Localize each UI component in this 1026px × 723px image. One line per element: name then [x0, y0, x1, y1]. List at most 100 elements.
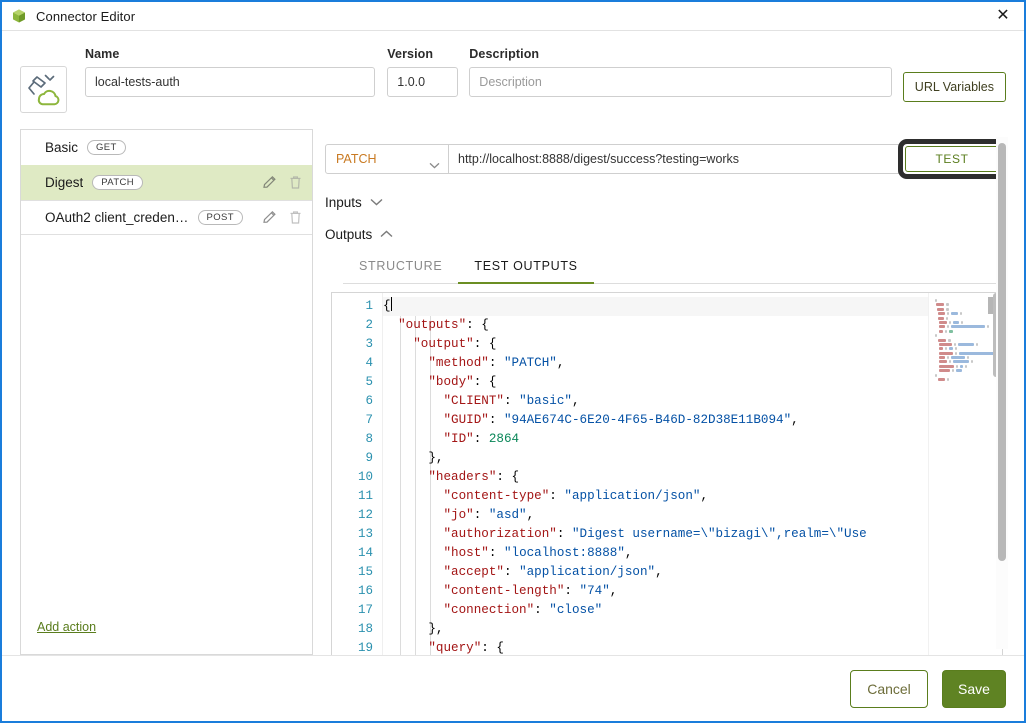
code-token: : { — [473, 337, 497, 351]
minimap-line — [935, 360, 998, 364]
inputs-section-toggle[interactable]: Inputs — [325, 193, 1006, 211]
code-token: "basic" — [519, 394, 572, 408]
code-line[interactable]: "outputs": { — [383, 316, 928, 335]
chevron-down-icon — [370, 193, 383, 211]
code-line[interactable]: "content-length": "74", — [383, 582, 928, 601]
description-label: Description — [469, 47, 540, 61]
method-select[interactable]: PATCH — [325, 144, 449, 174]
code-line[interactable]: "query": { — [383, 639, 928, 655]
code-line[interactable]: "headers": { — [383, 468, 928, 487]
description-input[interactable] — [469, 67, 892, 97]
code-token: "accept" — [443, 565, 504, 579]
code-token: "connection" — [443, 603, 535, 617]
line-number: 1 — [365, 299, 373, 313]
editor-gutter: 1 2 3 4 5 6 7 8 9 10 11 12 13 14 15 16 17 18 19 — [332, 293, 382, 655]
code-line[interactable]: "ID": 2864 — [383, 430, 928, 449]
cancel-button[interactable]: Cancel — [850, 669, 928, 708]
trash-icon[interactable] — [287, 209, 304, 226]
code-token: , — [655, 565, 663, 579]
code-token: "content-length" — [443, 584, 565, 598]
request-detail-panel: PATCH TEST Inputs — [319, 129, 1008, 655]
line-number: 4 — [365, 356, 373, 370]
code-token: "authorization" — [443, 527, 557, 541]
close-icon[interactable]: ✕ — [982, 2, 1024, 30]
editor-code-area[interactable]: { "outputs": { "output": { "method": "PA… — [382, 293, 928, 655]
code-line[interactable]: "accept": "application/json", — [383, 563, 928, 582]
code-line[interactable]: "jo": "asd", — [383, 506, 928, 525]
outputs-section-toggle[interactable]: Outputs — [325, 225, 1006, 243]
name-field-group: Name — [85, 47, 376, 97]
save-button[interactable]: Save — [942, 669, 1006, 708]
tab-structure[interactable]: STRUCTURE — [343, 253, 458, 284]
minimap-line — [935, 316, 998, 320]
actions-panel: Basic GET Digest PATCH OAuth2 client_cre… — [20, 129, 313, 655]
code-token: "application/json" — [519, 565, 656, 579]
code-token: "94AE674C-6E20-4F65-B46D-82D38E11B094" — [503, 413, 792, 427]
panel-scrollbar[interactable] — [996, 137, 1008, 649]
code-line[interactable]: { — [383, 297, 928, 316]
minimap-line — [935, 351, 998, 355]
minimap-line — [935, 320, 998, 324]
code-line[interactable]: "authorization": "Digest username=\"biza… — [383, 525, 928, 544]
minimap-line — [935, 325, 998, 329]
cube-icon — [11, 8, 27, 24]
code-token: "headers" — [428, 470, 497, 484]
panel-scrollbar-thumb[interactable] — [998, 143, 1006, 561]
code-token: "application/json" — [564, 489, 701, 503]
code-token: : — [503, 394, 520, 408]
code-token: "localhost:8888" — [503, 546, 625, 560]
line-number: 17 — [357, 603, 373, 617]
code-token: "asd" — [488, 508, 527, 522]
code-token: "output" — [413, 337, 474, 351]
add-action-wrap: Add action — [21, 618, 312, 654]
code-line[interactable]: "connection": "close" — [383, 601, 928, 620]
outputs-tabs: STRUCTURE TEST OUTPUTS — [343, 253, 1006, 284]
test-button[interactable]: TEST — [905, 146, 999, 172]
code-token: : — [556, 527, 572, 541]
code-token: "Digest username=\"bizagi\",realm=\"Use — [571, 527, 867, 541]
json-code-editor[interactable]: 1 2 3 4 5 6 7 8 9 10 11 12 13 14 15 16 17 18 19 { "outputs… — [331, 292, 1003, 655]
action-item-oauth2[interactable]: OAuth2 client_credent... POST — [21, 200, 312, 235]
action-item-digest[interactable]: Digest PATCH — [21, 165, 312, 200]
code-line[interactable]: "output": { — [383, 335, 928, 354]
method-badge: POST — [197, 209, 243, 226]
code-line[interactable]: }, — [383, 449, 928, 468]
outputs-label: Outputs — [325, 226, 373, 242]
line-number: 5 — [365, 375, 373, 389]
code-line[interactable]: "method": "PATCH", — [383, 354, 928, 373]
code-line[interactable]: "content-type": "application/json", — [383, 487, 928, 506]
connector-header-form: Name Version Description URL Variables — [2, 31, 1024, 129]
pencil-icon[interactable] — [261, 174, 278, 191]
line-number: 14 — [357, 546, 373, 560]
url-variables-button[interactable]: URL Variables — [902, 72, 1006, 102]
url-input[interactable] — [449, 144, 899, 174]
code-line[interactable]: "GUID": "94AE674C-6E20-4F65-B46D-82D38E1… — [383, 411, 928, 430]
tab-test-outputs[interactable]: TEST OUTPUTS — [458, 253, 594, 284]
line-number: 7 — [365, 413, 373, 427]
name-input[interactable] — [85, 67, 376, 97]
code-line[interactable]: "body": { — [383, 373, 928, 392]
version-input[interactable] — [387, 67, 459, 97]
add-action-link[interactable]: Add action — [37, 620, 96, 634]
chevron-up-icon — [380, 225, 393, 243]
code-line[interactable]: }, — [383, 620, 928, 639]
trash-icon[interactable] — [287, 174, 304, 191]
line-number: 2 — [365, 318, 373, 332]
action-item-basic[interactable]: Basic GET — [21, 130, 312, 165]
code-token: , — [791, 413, 799, 427]
code-token: , — [556, 356, 565, 370]
action-name: Digest — [45, 175, 84, 190]
code-line[interactable]: "host": "localhost:8888", — [383, 544, 928, 563]
pencil-icon[interactable] — [261, 209, 278, 226]
code-token: : — [488, 356, 504, 370]
line-number: 10 — [357, 470, 373, 484]
code-line[interactable]: "CLIENT": "basic", — [383, 392, 928, 411]
code-token: : — [473, 508, 489, 522]
code-token: "method" — [428, 356, 489, 370]
